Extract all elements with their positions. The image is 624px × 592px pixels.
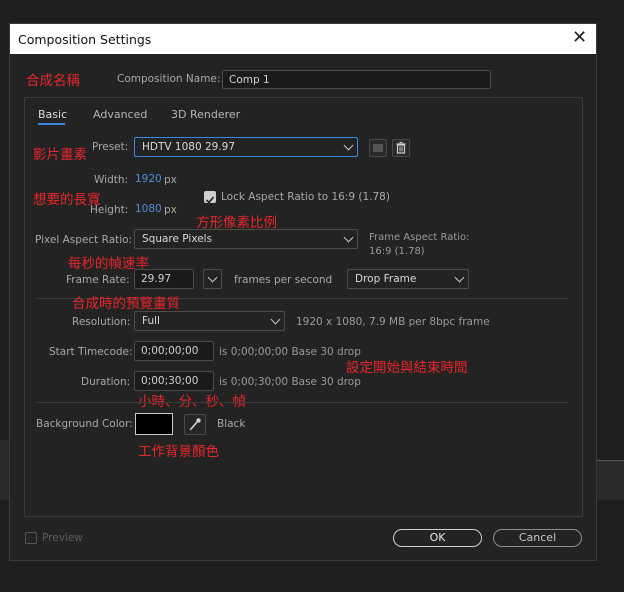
tab-advanced[interactable]: Advanced (93, 108, 147, 121)
background-color-swatch[interactable] (135, 413, 173, 435)
ok-button[interactable]: OK (393, 529, 482, 547)
frame-aspect-label: Frame Aspect Ratio: (369, 232, 470, 243)
composition-settings-dialog: Composition Settings ✕ 合成名稱 Composition … (9, 23, 597, 561)
resolution-select[interactable]: Full (134, 311, 285, 331)
resolution-value: Full (142, 315, 160, 327)
comp-name-input[interactable]: Comp 1 (222, 70, 491, 89)
save-preset-button[interactable] (369, 139, 387, 157)
cancel-button[interactable]: Cancel (493, 529, 582, 547)
duration-input[interactable]: 0;00;30;00 (134, 371, 214, 391)
duration-info: is 0;00;30;00 Base 30 drop (219, 376, 361, 388)
frame-rate-value: 29.97 (141, 273, 172, 285)
chevron-down-icon (454, 272, 465, 283)
trash-icon (396, 141, 406, 154)
chevron-down-icon (343, 140, 354, 151)
close-icon[interactable]: ✕ (572, 28, 587, 48)
lock-aspect-checkbox[interactable] (204, 191, 216, 204)
frame-rate-dropdown[interactable] (203, 269, 222, 289)
annotation-resolution: 合成時的預覽畫質 (72, 296, 180, 312)
checkmark-icon (205, 196, 215, 204)
preset-select[interactable]: HDTV 1080 29.97 (134, 137, 358, 157)
delete-preset-button[interactable] (392, 139, 410, 157)
resolution-label: Resolution: (72, 316, 131, 328)
frame-rate-input[interactable]: 29.97 (134, 269, 194, 289)
pixel-aspect-select[interactable]: Square Pixels (134, 229, 358, 249)
pixel-aspect-value: Square Pixels (142, 233, 213, 245)
frame-rate-label: Frame Rate: (66, 274, 130, 286)
eyedropper-icon (189, 418, 201, 431)
tab-3d-renderer[interactable]: 3D Renderer (171, 108, 240, 121)
frame-rate-unit: frames per second (234, 274, 333, 286)
preview-checkbox[interactable] (25, 532, 37, 544)
annotation-bg-color: 工作背景顏色 (138, 444, 219, 460)
preview-label: Preview (42, 532, 83, 544)
chevron-down-icon (343, 232, 354, 243)
preset-label: Preset: (92, 141, 129, 153)
lock-aspect-label: Lock Aspect Ratio to 16:9 (1.78) (221, 191, 390, 203)
drop-frame-value: Drop Frame (355, 273, 417, 285)
comp-name-value: Comp 1 (229, 74, 270, 86)
pixel-aspect-label: Pixel Aspect Ratio: (35, 234, 133, 246)
width-value[interactable]: 1920 (135, 173, 162, 185)
screen: Composition Settings ✕ 合成名稱 Composition … (0, 0, 624, 592)
annotation-preset: 影片畫素 (33, 147, 87, 163)
background-color-name: Black (217, 418, 246, 430)
height-value[interactable]: 1080 (135, 203, 162, 215)
chevron-down-icon (207, 272, 218, 283)
start-timecode-info: is 0;00;00;00 Base 30 drop (219, 346, 361, 358)
frame-aspect-value: 16:9 (1.78) (369, 246, 425, 257)
drop-frame-select[interactable]: Drop Frame (347, 269, 469, 289)
height-unit: px (164, 204, 177, 216)
divider (35, 402, 568, 403)
preset-value: HDTV 1080 29.97 (142, 141, 236, 153)
resolution-info: 1920 x 1080, 7.9 MB per 8bpc frame (296, 316, 490, 328)
eyedropper-button[interactable] (184, 414, 206, 435)
duration-value: 0;00;30;00 (141, 375, 199, 387)
comp-name-label: Composition Name: (117, 73, 221, 85)
chevron-down-icon (270, 314, 281, 325)
background-app-panel-right (597, 460, 624, 500)
start-timecode-input[interactable]: 0;00;00;00 (134, 341, 214, 361)
dialog-title: Composition Settings (18, 32, 152, 47)
width-unit: px (164, 174, 177, 186)
height-label: Height: (90, 204, 129, 216)
annotation-duration: 小時、分、秒、幀 (138, 394, 246, 410)
width-label: Width: (94, 174, 129, 186)
save-preset-icon (373, 144, 383, 152)
annotation-timecode: 設定開始與結束時間 (346, 360, 468, 376)
start-timecode-label: Start Timecode: (49, 346, 133, 358)
start-timecode-value: 0;00;00;00 (141, 345, 199, 357)
annotation-square-pixel: 方形像素比例 (196, 215, 277, 231)
tab-basic[interactable]: Basic (38, 108, 67, 121)
tab-active-indicator (38, 123, 65, 125)
annotation-comp-name: 合成名稱 (26, 73, 80, 89)
duration-label: Duration: (81, 376, 131, 388)
title-bar: Composition Settings ✕ (10, 24, 596, 54)
background-color-label: Background Color: (36, 418, 133, 430)
